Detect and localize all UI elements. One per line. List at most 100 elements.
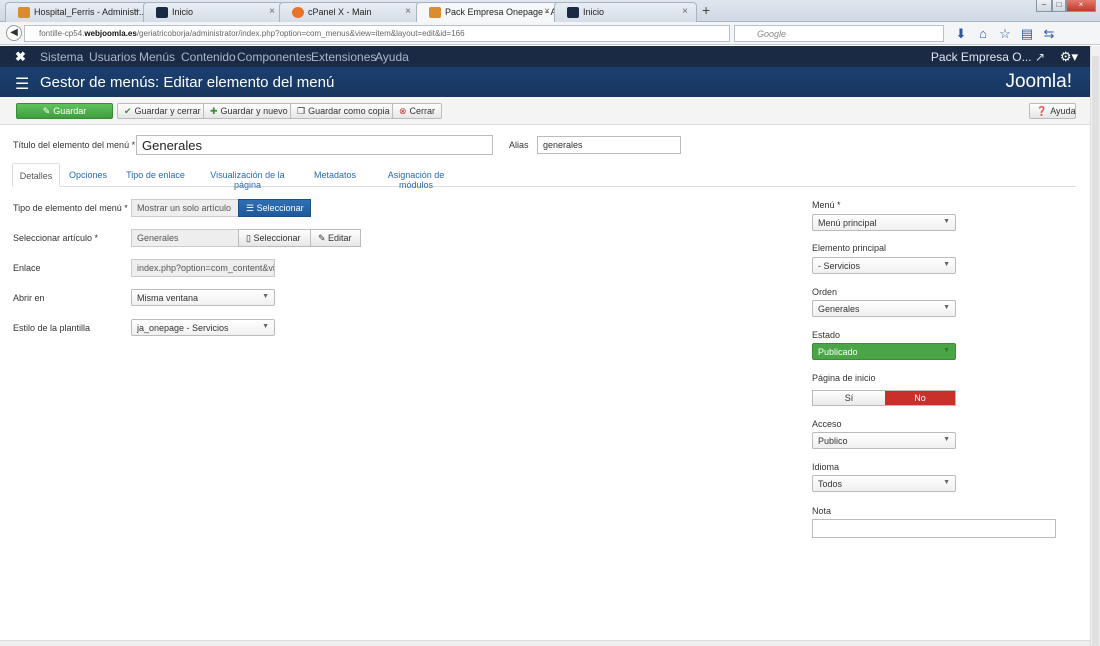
open-in-select[interactable]: Misma ventana ▼	[131, 289, 275, 306]
close-window-button[interactable]: ×	[1066, 0, 1096, 12]
chevron-down-icon: ▼	[943, 479, 950, 486]
status-select[interactable]: Publicado ▼	[812, 343, 956, 360]
alias-label: Alias	[509, 140, 529, 150]
browser-tab[interactable]: Inicio ×	[143, 2, 284, 22]
status-label: Estado	[812, 330, 841, 340]
close-icon[interactable]: ×	[269, 6, 275, 17]
select-type-button[interactable]: ☰ Seleccionar	[238, 199, 311, 217]
site-link[interactable]: Pack Empresa O... ↗	[931, 50, 1045, 64]
menu-item-componentes[interactable]: Componentes	[237, 50, 312, 64]
menu-label: Menú *	[812, 200, 841, 210]
plus-icon: ✚	[210, 106, 218, 116]
edit-icon: ✎	[318, 233, 329, 243]
close-icon[interactable]: ×	[133, 6, 139, 17]
menu-item-sistema[interactable]: Sistema	[40, 50, 83, 64]
language-label: Idioma	[812, 462, 840, 472]
new-tab-button[interactable]: +	[702, 2, 710, 18]
joomla-logo-icon[interactable]: ✖	[15, 49, 26, 65]
home-icon[interactable]: ⌂	[972, 26, 994, 41]
note-label: Nota	[812, 506, 832, 516]
question-icon: ❓	[1036, 106, 1048, 116]
home-label: Página de inicio	[812, 373, 876, 383]
note-input[interactable]	[812, 519, 1056, 538]
maximize-button[interactable]: □	[1052, 0, 1066, 12]
chevron-down-icon: ▼	[943, 347, 950, 354]
order-label: Orden	[812, 287, 838, 297]
search-input[interactable]: Google	[734, 25, 944, 42]
close-button[interactable]: ⊗ Cerrar	[392, 103, 443, 119]
browser-nav-bar: ◀ fontille-cp54.webjoomla.es/geriatricob…	[0, 22, 1100, 57]
scrollbar-thumb[interactable]	[1092, 56, 1099, 646]
joomla-favicon-icon	[429, 7, 441, 18]
bookmark-star-icon[interactable]: ☆	[994, 26, 1016, 42]
menu-item-ayuda[interactable]: Ayuda	[375, 50, 409, 64]
menu-item-contenido[interactable]: Contenido	[181, 50, 236, 64]
edit-icon: ✎	[42, 106, 51, 116]
link-label: Enlace	[13, 263, 41, 273]
close-icon[interactable]: ×	[544, 6, 550, 17]
select-article-button[interactable]: ▯ Seleccionar	[238, 229, 311, 247]
download-icon[interactable]: ⬇	[950, 26, 972, 42]
alias-input[interactable]: generales	[537, 136, 681, 154]
browser-tab[interactable]: Inicio ×	[554, 2, 697, 22]
close-icon[interactable]: ×	[682, 6, 688, 17]
help-button[interactable]: ❓ Ayuda	[1029, 103, 1076, 119]
parent-select[interactable]: - Servicios ▼	[812, 257, 956, 274]
joomla-favicon-icon	[567, 7, 579, 18]
page-header: ☰ Gestor de menús: Editar elemento del m…	[0, 67, 1100, 97]
save-copy-button[interactable]: ❐ Guardar como copia	[290, 103, 397, 119]
language-select[interactable]: Todos ▼	[812, 475, 956, 492]
cancel-icon: ⊗	[399, 106, 407, 116]
tab-opciones[interactable]: Opciones	[64, 163, 112, 187]
browser-tab[interactable]: Hospital_Ferris - Administr... ×	[5, 2, 148, 22]
minimize-button[interactable]: –	[1036, 0, 1052, 12]
cpanel-favicon-icon	[292, 7, 304, 18]
close-icon[interactable]: ×	[405, 6, 411, 17]
menu-item-extensiones[interactable]: Extensiones	[311, 50, 376, 64]
edit-tabs: Detalles Opciones Tipo de enlace Visuali…	[12, 163, 1076, 190]
menu-item-usuarios[interactable]: Usuarios	[89, 50, 136, 64]
save-button[interactable]: ✎ Guardar	[16, 103, 113, 119]
chevron-down-icon: ▼	[262, 293, 269, 300]
template-style-select[interactable]: ja_onepage - Servicios ▼	[131, 319, 275, 336]
vertical-scrollbar[interactable]	[1090, 46, 1100, 646]
home-toggle: Sí No	[812, 390, 956, 406]
menu-list-icon: ☰	[15, 76, 30, 93]
chevron-down-icon: ▼	[262, 323, 269, 330]
type-label: Tipo de elemento del menú *	[13, 203, 128, 213]
gear-icon[interactable]: ⚙▾	[1060, 49, 1078, 65]
bottom-status-strip	[0, 640, 1090, 646]
menu-select[interactable]: Menú principal ▼	[812, 214, 956, 231]
access-select[interactable]: Publico ▼	[812, 432, 956, 449]
tab-tipo-enlace[interactable]: Tipo de enlace	[118, 163, 193, 187]
joomla-favicon-icon	[156, 7, 168, 18]
edit-article-button[interactable]: ✎ Editar	[310, 229, 361, 247]
tab-metadatos[interactable]: Metadatos	[312, 163, 358, 187]
template-style-label: Estilo de la plantilla	[13, 323, 91, 333]
browser-tab-active[interactable]: Pack Empresa Onepage - A... ×	[416, 2, 559, 23]
external-link-icon: ↗	[1034, 50, 1045, 64]
browser-tab[interactable]: cPanel X - Main ×	[279, 2, 420, 22]
tab-detalles[interactable]: Detalles	[12, 163, 60, 187]
title-input[interactable]: Generales	[136, 135, 493, 155]
joomla-favicon-icon	[18, 7, 30, 18]
parent-label: Elemento principal	[812, 243, 887, 253]
menu-item-menus[interactable]: Menús	[139, 50, 175, 64]
order-select[interactable]: Generales ▼	[812, 300, 956, 317]
url-bar[interactable]: fontille-cp54.webjoomla.es/geriatricobor…	[24, 25, 730, 42]
page-title: Gestor de menús: Editar elemento del men…	[40, 74, 335, 91]
admin-top-menu: ✖ Sistema Usuarios Menús Contenido Compo…	[0, 46, 1100, 67]
link-field: index.php?option=com_content&view	[131, 259, 275, 277]
share-icon[interactable]: ⇆	[1038, 26, 1060, 42]
home-no-button[interactable]: No	[885, 391, 955, 405]
back-arrow-icon[interactable]: ◀	[6, 25, 22, 41]
tab-asignacion-modulos[interactable]: Asignación de módulos	[370, 163, 462, 190]
save-new-button[interactable]: ✚ Guardar y nuevo	[203, 103, 295, 119]
browser-tab-bar: Hospital_Ferris - Administr... × Inicio …	[0, 0, 1100, 23]
open-in-label: Abrir en	[13, 293, 45, 303]
bookmarks-list-icon[interactable]: ▤	[1016, 26, 1038, 42]
joomla-brand-logo: Joomla!	[1005, 71, 1072, 92]
tab-visualizacion[interactable]: Visualización de la página	[196, 163, 299, 190]
save-close-button[interactable]: ✔ Guardar y cerrar	[117, 103, 208, 119]
home-yes-button[interactable]: Sí	[813, 391, 885, 405]
